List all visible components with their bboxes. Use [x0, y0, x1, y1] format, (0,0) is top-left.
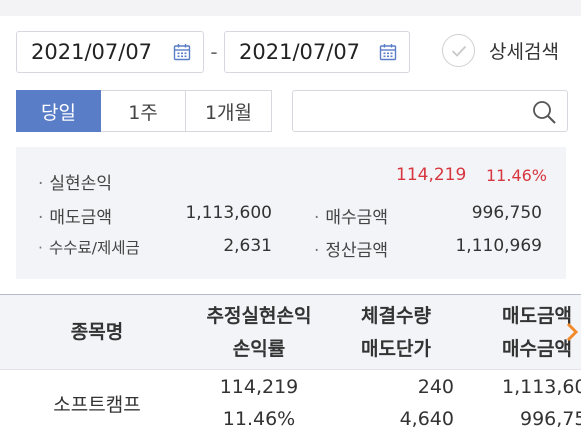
header-sell-price: 매도단가	[361, 338, 431, 360]
tab-1-month[interactable]: 1개월	[186, 90, 272, 132]
search-icon[interactable]	[531, 99, 557, 125]
detail-search-toggle[interactable]: 상세검색	[442, 34, 559, 67]
period-tabs: 당일 1주 1개월	[16, 90, 272, 132]
cell-sell-price: 4,640	[399, 408, 454, 430]
cell-exec-qty: 240	[417, 376, 454, 398]
calendar-icon	[173, 44, 191, 61]
top-band	[0, 0, 581, 16]
sell-amount-value: 1,113,600	[185, 203, 272, 223]
table-row[interactable]: 소프트캠프 114,219 11.46% 240 4,640 1,113,600…	[0, 369, 581, 444]
end-date-field[interactable]: 2021/07/07	[224, 31, 410, 73]
start-date-value: 2021/07/07	[31, 40, 153, 64]
cell-sell-amount: 1,113,600	[502, 376, 581, 398]
header-stock-name: 종목명	[70, 321, 124, 343]
settlement-label: · 정산금액	[314, 241, 388, 261]
summary-panel: · 실현손익 114,219 11.46% · 매도금액 1,113,600 · 매수…	[16, 147, 566, 279]
check-circle-icon[interactable]	[442, 34, 475, 67]
realized-pl-rate: 11.46%	[486, 166, 548, 185]
chevron-right-icon[interactable]	[564, 321, 580, 343]
header-pl-rate: 손익률	[232, 338, 286, 360]
table-header: 종목명 추정실현손익 손익률 체결수량 매도단가 매도금액 매수금액	[0, 294, 581, 369]
sell-amount-label: · 매도금액	[38, 208, 112, 228]
cell-est-pl: 114,219	[219, 376, 299, 398]
start-date-field[interactable]: 2021/07/07	[16, 31, 204, 73]
calendar-icon	[379, 44, 397, 61]
fee-tax-value: 2,631	[223, 236, 272, 256]
realized-pl-label: · 실현손익	[38, 174, 112, 194]
date-range: 2021/07/07 - 2021/07/07	[16, 31, 410, 73]
cell-stock-name: 소프트캠프	[53, 394, 141, 416]
cell-buy-amount: 996,750	[520, 408, 581, 430]
stock-search-input[interactable]	[292, 90, 568, 132]
realized-pl-table: 종목명 추정실현손익 손익률 체결수량 매도단가 매도금액 매수금액 소프트캠프…	[0, 294, 581, 444]
header-sell-amount: 매도금액	[502, 305, 572, 327]
date-separator: -	[210, 40, 218, 64]
settlement-value: 1,110,969	[455, 236, 542, 256]
header-exec-qty: 체결수량	[361, 305, 431, 327]
end-date-value: 2021/07/07	[239, 40, 361, 64]
cell-pl-rate: 11.46%	[222, 408, 296, 430]
tab-today[interactable]: 당일	[16, 90, 101, 132]
fee-tax-label: · 수수료/제세금	[38, 239, 140, 257]
tab-1-week[interactable]: 1주	[101, 90, 186, 132]
buy-amount-value: 996,750	[471, 203, 542, 223]
header-buy-amount: 매수금액	[502, 338, 572, 360]
header-est-pl: 추정실현손익	[206, 305, 312, 327]
detail-search-label: 상세검색	[489, 41, 559, 63]
realized-pl-value: 114,219	[396, 165, 467, 185]
buy-amount-label: · 매수금액	[314, 208, 388, 228]
